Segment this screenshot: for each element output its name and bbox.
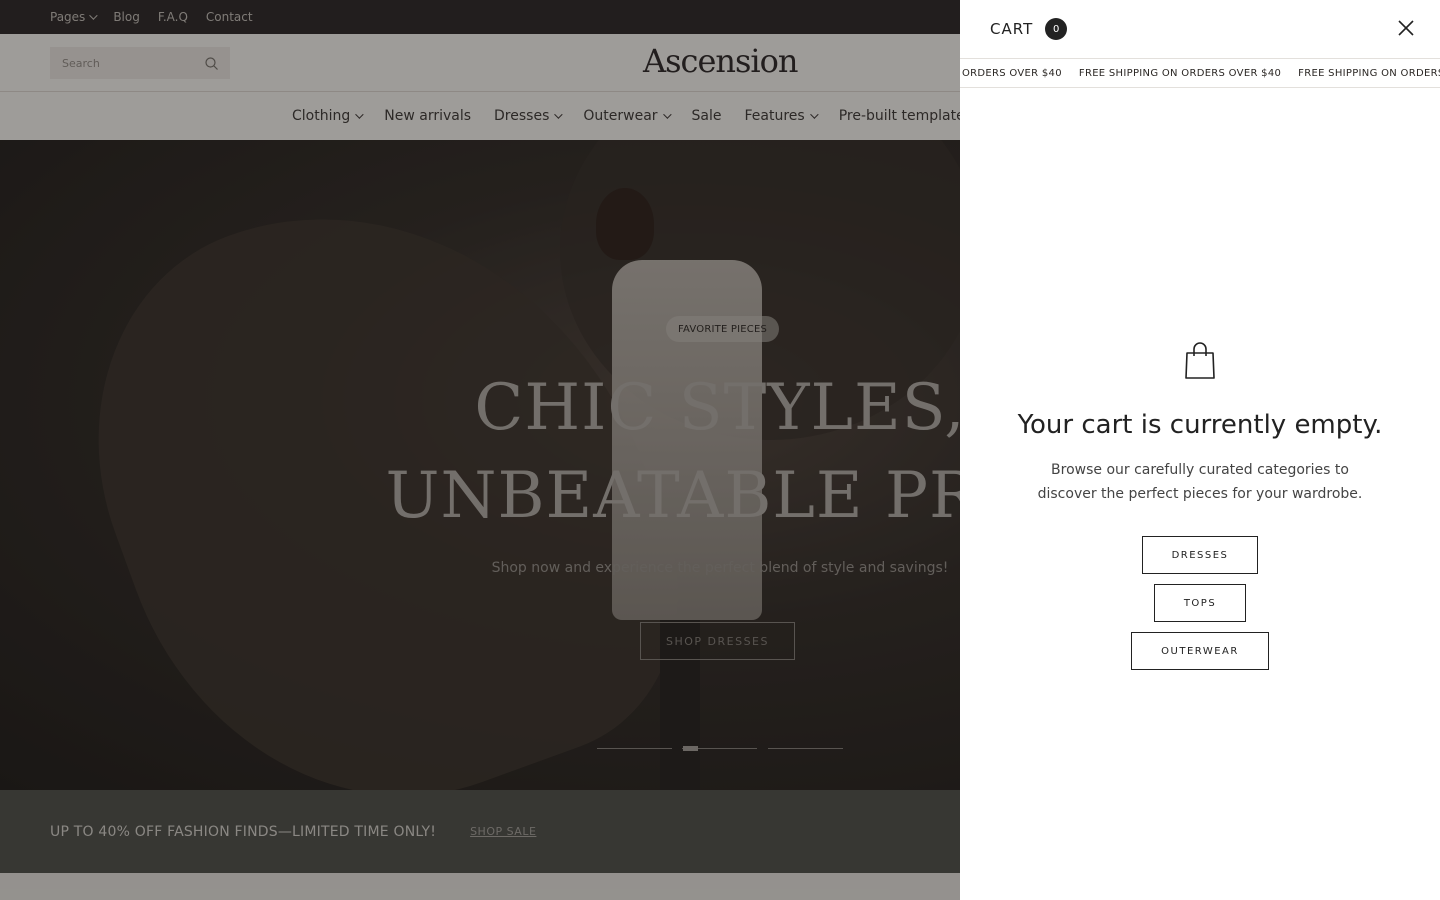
- category-button-tops[interactable]: TOPS: [1154, 584, 1246, 622]
- category-button-dresses[interactable]: DRESSES: [1142, 536, 1258, 574]
- close-icon[interactable]: [1398, 20, 1414, 36]
- marquee-item: FREE SHIPPING ON ORDERS OV: [1298, 67, 1440, 79]
- empty-cart-description: Browse our carefully curated categories …: [1037, 462, 1363, 502]
- cart-title: CART: [990, 20, 1034, 38]
- cart-drawer: CART 0 ORDERS OVER $40 FREE SHIPPING ON …: [960, 0, 1440, 900]
- shipping-marquee: ORDERS OVER $40 FREE SHIPPING ON ORDERS …: [960, 58, 1440, 88]
- cart-header: CART 0: [960, 0, 1440, 58]
- empty-cart-title: Your cart is currently empty.: [1017, 410, 1383, 440]
- marquee-item: FREE SHIPPING ON ORDERS OVER $40: [1078, 67, 1282, 79]
- shopping-bag-icon: [1185, 342, 1215, 379]
- category-button-outerwear[interactable]: OUTERWEAR: [1131, 632, 1269, 670]
- marquee-item: ORDERS OVER $40: [962, 67, 1062, 79]
- cart-count-badge: 0: [1045, 18, 1068, 40]
